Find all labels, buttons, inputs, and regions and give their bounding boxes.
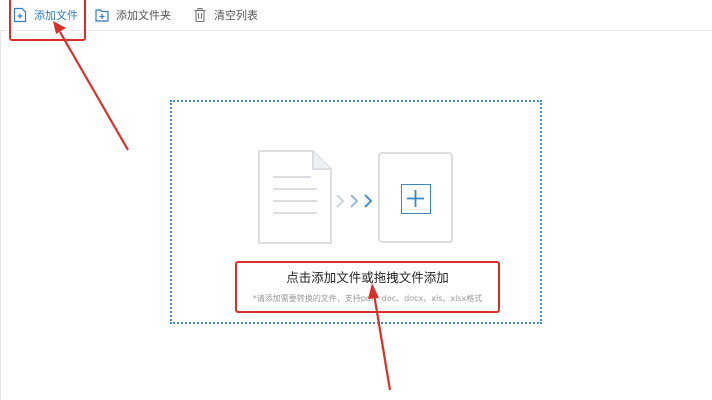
add-folder-label: 添加文件夹: [116, 9, 171, 22]
document-icon: [258, 150, 332, 244]
add-folder-button[interactable]: 添加文件夹: [95, 5, 171, 25]
trash-icon: [193, 7, 207, 23]
add-file-box[interactable]: [378, 152, 453, 243]
clear-list-button[interactable]: 清空列表: [193, 5, 258, 25]
toolbar: 添加文件 添加文件夹 清空列表: [0, 0, 712, 31]
annotation-highlight-toolbar: [9, 0, 86, 41]
add-folder-icon: [95, 7, 109, 23]
add-icon: [401, 184, 431, 214]
clear-list-label: 清空列表: [214, 9, 258, 22]
arrows-right-icon: [336, 194, 373, 208]
annotation-highlight-dropzone: [235, 261, 500, 313]
panel-edge: [0, 30, 1, 400]
